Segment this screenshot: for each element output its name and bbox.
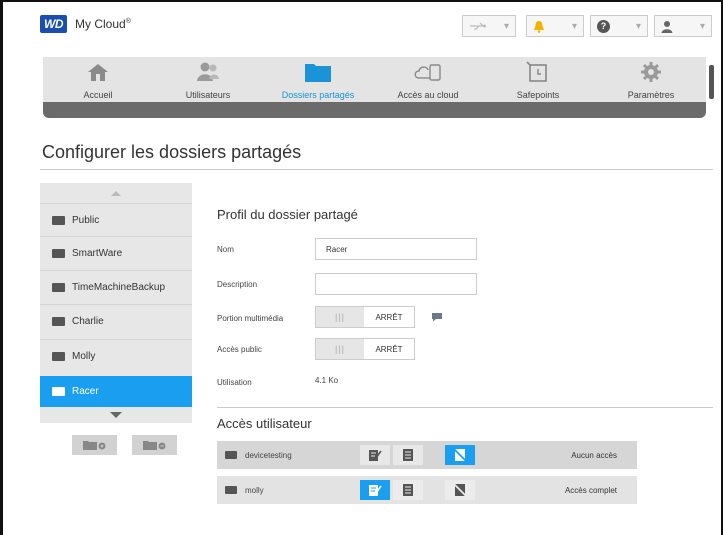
- no-access-icon: [453, 448, 467, 462]
- read-only-icon: [403, 449, 413, 461]
- nav-safepoints[interactable]: Safepoints: [483, 57, 593, 102]
- main-nav: Accueil Utilisateurs Dossiers partagés A…: [43, 57, 706, 102]
- edit-icon: [369, 485, 382, 496]
- permission-read-button[interactable]: [393, 480, 423, 500]
- folder-remove-icon: [142, 441, 165, 450]
- usage-label: Utilisation: [217, 378, 252, 387]
- scroll-up-button[interactable]: [40, 183, 192, 203]
- permission-full-button[interactable]: [360, 445, 390, 465]
- description-field[interactable]: [315, 273, 477, 295]
- user-access-row: devicetesting Aucun accès: [217, 441, 637, 469]
- nav-accueil[interactable]: Accueil: [43, 57, 153, 102]
- scrollbar-thumb[interactable]: [709, 65, 714, 99]
- name-label: Nom: [217, 245, 234, 254]
- usb-icon: [470, 22, 486, 30]
- nav-progress-bar: [43, 102, 706, 118]
- share-item-charlie[interactable]: Charlie: [40, 304, 192, 337]
- help-icon: ?: [597, 19, 610, 33]
- permission-read-button[interactable]: [393, 445, 423, 465]
- user-access-row: molly Accès complet: [217, 476, 637, 504]
- divider: [40, 169, 713, 170]
- folder-icon: [52, 387, 65, 396]
- nav-parametres[interactable]: Paramètres: [596, 57, 706, 102]
- page-title: Configurer les dossiers partagés: [42, 142, 302, 162]
- chevron-down-icon: ▾: [635, 20, 641, 32]
- chevron-down-icon: ▾: [571, 20, 577, 32]
- read-only-icon: [403, 484, 413, 496]
- media-label: Portion multimédia: [217, 314, 284, 323]
- folder-icon: [52, 316, 65, 326]
- wd-logo: WD: [40, 15, 67, 33]
- folder-icon: [225, 451, 237, 459]
- share-list: Public SmartWare TimeMachineBackup Charl…: [40, 183, 192, 423]
- chevron-down-icon: ▾: [699, 20, 705, 32]
- home-icon: [88, 64, 108, 81]
- share-item-molly[interactable]: Molly: [40, 339, 192, 372]
- brand-name: My Cloud®: [75, 17, 131, 31]
- safepoint-icon: [526, 61, 547, 82]
- description-label: Description: [217, 280, 258, 289]
- user-access-title: Accès utilisateur: [217, 416, 312, 431]
- permission-full-button[interactable]: [360, 480, 390, 500]
- toggle-knob: |||: [316, 339, 364, 359]
- users-icon: [197, 62, 219, 81]
- add-share-button[interactable]: [72, 435, 117, 455]
- permission-none-button[interactable]: [445, 445, 475, 465]
- scroll-down-button[interactable]: [40, 407, 192, 423]
- nav-utilisateurs[interactable]: Utilisateurs: [153, 57, 263, 102]
- media-toggle-state: ARRÊT: [375, 312, 403, 322]
- user-access-state: Aucun accès: [571, 450, 617, 460]
- divider: [217, 407, 713, 408]
- folder-icon: [52, 282, 65, 292]
- chevron-down-icon: ▾: [503, 20, 509, 32]
- info-icon[interactable]: [431, 312, 443, 322]
- user-icon: [661, 20, 673, 33]
- public-access-toggle-state: ARRÊT: [375, 344, 403, 354]
- share-item-racer[interactable]: Racer: [40, 376, 192, 407]
- user-access-state: Accès complet: [564, 485, 617, 495]
- folder-icon: [52, 248, 65, 258]
- profile-title: Profil du dossier partagé: [217, 207, 358, 222]
- help-button[interactable]: ? ▾: [590, 15, 648, 37]
- permission-none-button[interactable]: [445, 480, 475, 500]
- no-access-icon: [453, 483, 467, 497]
- folder-icon: [52, 351, 65, 361]
- bell-icon: [534, 20, 544, 33]
- nav-dossiers-partages[interactable]: Dossiers partagés: [263, 57, 373, 102]
- share-item-public[interactable]: Public: [40, 203, 192, 236]
- folder-icon: [305, 64, 331, 82]
- edit-icon: [369, 450, 382, 461]
- public-access-label: Accès public: [217, 345, 262, 354]
- folder-add-icon: [82, 441, 105, 450]
- public-access-toggle[interactable]: ||| ARRÊT: [315, 338, 415, 360]
- app-header: WD My Cloud®: [40, 13, 131, 35]
- chevron-down-icon: [110, 412, 122, 418]
- gear-icon: [641, 62, 661, 82]
- user-name: molly: [225, 476, 264, 504]
- toggle-knob: |||: [316, 307, 364, 327]
- delete-share-button[interactable]: [132, 435, 177, 455]
- share-item-smartware[interactable]: SmartWare: [40, 236, 192, 269]
- user-menu-button[interactable]: ▾: [654, 15, 712, 37]
- usage-value: 4.1 Ko: [315, 376, 339, 385]
- user-name: devicetesting: [225, 441, 292, 469]
- media-toggle[interactable]: ||| ARRÊT: [315, 306, 415, 328]
- alerts-button[interactable]: ▾: [526, 15, 584, 37]
- folder-icon: [225, 486, 237, 494]
- share-item-timemachinebackup[interactable]: TimeMachineBackup: [40, 270, 192, 303]
- folder-icon: [52, 215, 65, 225]
- nav-acces-cloud[interactable]: Accès au cloud: [373, 57, 483, 102]
- cloud-device-icon: [414, 64, 441, 81]
- name-field[interactable]: Racer: [315, 238, 477, 260]
- usb-button[interactable]: ▾: [462, 15, 516, 37]
- chevron-up-icon: [111, 191, 121, 196]
